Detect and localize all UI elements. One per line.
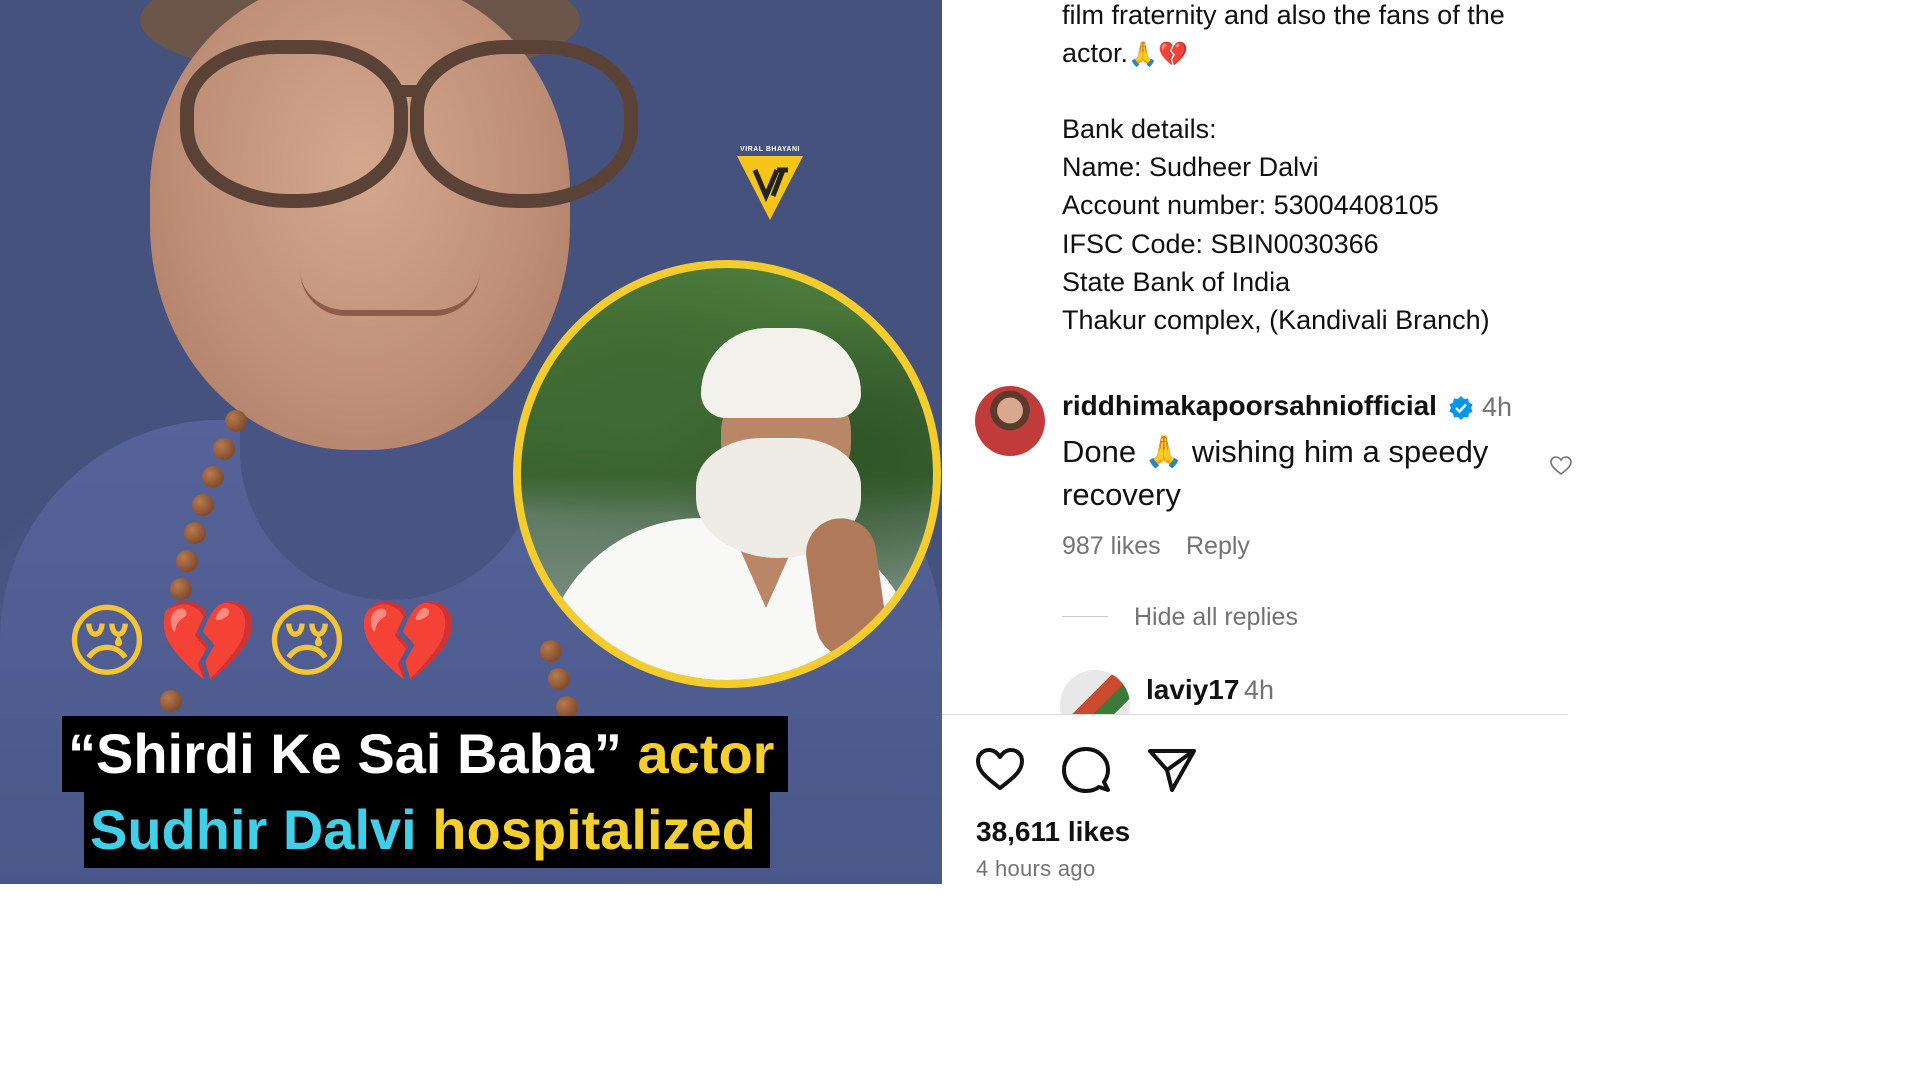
glasses-right-lens: [410, 40, 638, 208]
reply-time: 4h: [1244, 675, 1275, 705]
crying-face-emoji: 😢: [265, 595, 349, 688]
headline-status: hospitalized: [432, 798, 756, 861]
headline-actor-name: Sudhir Dalvi: [90, 798, 417, 861]
comment-username[interactable]: riddhimakapoorsahniofficial: [1062, 390, 1437, 422]
portrait-smile: [300, 270, 480, 316]
crying-face-emoji: 😢: [65, 595, 149, 688]
reply-username[interactable]: laviy17: [1146, 674, 1239, 706]
glasses-left-lens: [180, 40, 408, 208]
caption-line: Bank details:: [1062, 114, 1217, 144]
headline-line-1: “Shirdi Ke Sai Baba” actor: [62, 716, 789, 792]
post-timestamp: 4 hours ago: [976, 856, 1096, 881]
hide-replies-button[interactable]: Hide all replies: [1134, 603, 1298, 632]
post-image[interactable]: VIRAL BHAYANI 😢 💔 😢 💔 “Shirdi Ke Sai Bab…: [0, 0, 942, 884]
caption-line: Thakur complex, (Kandivali Branch): [1062, 305, 1490, 335]
commenter-avatar[interactable]: [975, 386, 1045, 456]
bead: [160, 690, 182, 712]
emoji-row: 😢 💔 😢 💔: [58, 592, 458, 692]
post-likes-count[interactable]: 38,611 likes: [976, 816, 1130, 848]
caption-line-text: actor.: [1062, 38, 1129, 68]
like-heart-icon[interactable]: [974, 744, 1026, 796]
watermark-logo-icon: [737, 156, 803, 220]
comment-likes-count[interactable]: 987 likes: [1062, 532, 1161, 561]
comment-time: 4h: [1482, 392, 1513, 422]
inset-turban: [701, 328, 861, 418]
bead: [192, 494, 214, 516]
caption-line: IFSC Code: SBIN0030366: [1062, 229, 1379, 259]
caption-line: film fraternity and also the fans of the: [1062, 0, 1505, 30]
broken-heart-emoji: 💔: [358, 595, 458, 688]
caption-line: Name: Sudheer Dalvi: [1062, 152, 1319, 182]
divider: [942, 714, 1568, 715]
bead: [202, 466, 224, 488]
comment-bubble-icon[interactable]: [1060, 744, 1112, 796]
bead: [213, 438, 235, 460]
comment-text: Done 🙏 wishing him a speedy recovery: [1062, 434, 1489, 512]
caption-line: Account number: 53004408105: [1062, 190, 1439, 220]
caption-line: State Bank of India: [1062, 267, 1291, 297]
caption-line: actor.🙏💔: [1062, 35, 1188, 72]
inset-photo-circle: [513, 260, 941, 688]
headline-line-2: Sudhir Dalvi hospitalized: [84, 792, 770, 868]
comments-panel[interactable]: film fraternity and also the fans of the…: [942, 0, 1572, 884]
reply-button[interactable]: Reply: [1186, 532, 1250, 561]
headline-show-title: “Shirdi Ke Sai Baba”: [68, 722, 622, 785]
bead: [556, 696, 578, 718]
share-send-icon[interactable]: [1146, 744, 1198, 796]
glasses-bridge: [395, 85, 425, 97]
broken-heart-emoji: 💔: [158, 595, 258, 688]
verified-badge-icon: [1449, 396, 1473, 420]
bead: [176, 550, 198, 572]
comment-like-heart-icon[interactable]: [1550, 455, 1572, 477]
pray-emoji: 🙏: [1128, 40, 1158, 68]
bead: [184, 522, 206, 544]
broken-heart-emoji: 💔: [1157, 40, 1188, 68]
bead: [225, 410, 247, 432]
replies-divider: [1062, 616, 1108, 617]
headline-actor-word: actor: [637, 722, 775, 785]
